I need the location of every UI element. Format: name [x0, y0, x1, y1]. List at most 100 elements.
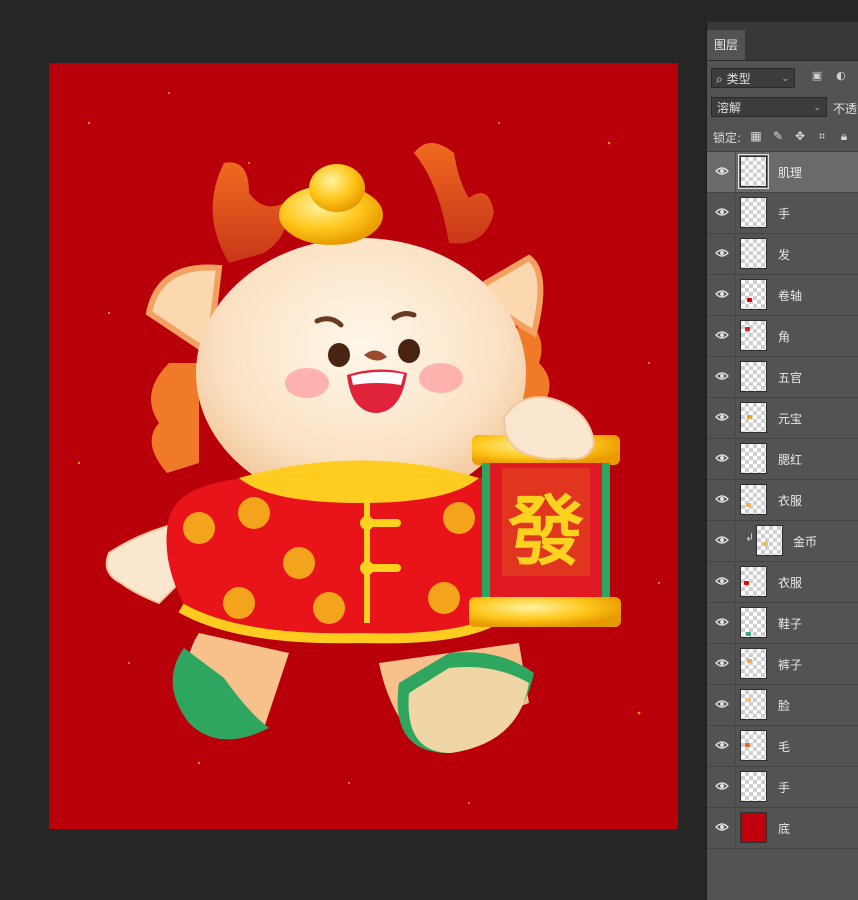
eye-icon[interactable] [715, 330, 729, 340]
layer-row[interactable]: 腮红 [707, 439, 858, 480]
opacity-label: 不透明 [833, 102, 858, 116]
scroll-character: 發 [507, 487, 584, 576]
lock-move-icon[interactable]: ✥ [793, 129, 807, 143]
eye-icon[interactable] [715, 617, 729, 627]
layer-thumbnail[interactable] [756, 525, 783, 556]
thumbnail-content [746, 503, 751, 507]
layer-thumbnail[interactable] [740, 320, 767, 351]
blend-row: 溶解 ⌄ 不透明 [707, 95, 858, 123]
adjustment-filter-icon[interactable]: ◐ [835, 70, 847, 82]
layer-row[interactable]: 手 [707, 193, 858, 234]
layer-thumbnail[interactable] [740, 689, 767, 720]
layer-row[interactable]: 肌理 [707, 152, 858, 193]
divider [735, 152, 736, 192]
eye-icon[interactable] [715, 371, 729, 381]
eye-icon[interactable] [715, 699, 729, 709]
layer-name[interactable]: 衣服 [778, 492, 802, 509]
divider [735, 603, 736, 643]
layer-name[interactable]: 腮红 [778, 451, 802, 468]
layer-thumbnail[interactable] [740, 197, 767, 228]
document-canvas[interactable]: 發 [49, 63, 678, 829]
divider [735, 357, 736, 397]
chevron-down-icon: ⌄ [781, 74, 789, 84]
layer-row[interactable]: 卷轴 [707, 275, 858, 316]
eye-icon[interactable] [715, 289, 729, 299]
layer-thumbnail[interactable] [740, 730, 767, 761]
tab-layers[interactable]: 图层 [707, 30, 745, 60]
layer-row[interactable]: 衣服 [707, 480, 858, 521]
layer-name[interactable]: 毛 [778, 738, 790, 755]
eye-icon[interactable] [715, 658, 729, 668]
divider [735, 275, 736, 315]
layer-thumbnail[interactable] [740, 238, 767, 269]
layer-thumbnail[interactable] [740, 771, 767, 802]
eye-icon[interactable] [715, 494, 729, 504]
layer-thumbnail[interactable] [740, 361, 767, 392]
filter-row: ⌕ 类型 ⌄ ▣ ◐ [707, 61, 858, 95]
layer-name[interactable]: 脸 [778, 697, 790, 714]
lock-all-icon[interactable]: 🔒︎ [837, 129, 851, 144]
eye-icon[interactable] [715, 166, 729, 176]
layer-row[interactable]: 五官 [707, 357, 858, 398]
layer-thumbnail[interactable] [740, 484, 767, 515]
layer-thumbnail[interactable] [740, 648, 767, 679]
layer-name[interactable]: 手 [778, 779, 790, 796]
eye-icon[interactable] [715, 822, 729, 832]
thumbnail-content [745, 743, 750, 747]
eye-icon[interactable] [715, 781, 729, 791]
layer-row[interactable]: 手 [707, 767, 858, 808]
eye-icon[interactable] [715, 248, 729, 258]
layer-row[interactable]: 衣服 [707, 562, 858, 603]
layer-name[interactable]: 卷轴 [778, 287, 802, 304]
thumbnail-content [746, 632, 751, 636]
layer-row[interactable]: 角 [707, 316, 858, 357]
artwork-dragon-illustration: 發 [77, 92, 660, 804]
layer-name[interactable]: 裤子 [778, 656, 802, 673]
lock-label: 锁定: [713, 131, 742, 145]
layer-thumbnail[interactable] [738, 154, 769, 189]
divider [735, 644, 736, 684]
thumbnail-content [746, 698, 751, 702]
layer-row[interactable]: ↲ 金币 [707, 521, 858, 562]
eye-icon[interactable] [715, 576, 729, 586]
layer-thumbnail[interactable] [740, 402, 767, 433]
layer-name[interactable]: 金币 [793, 533, 817, 550]
layer-list: 肌理手发卷轴角五官 元宝 腮红 衣服 ↲ 金币 衣服 鞋子 裤子脸毛手底 [707, 152, 858, 849]
divider [735, 316, 736, 356]
layer-row[interactable]: 发 [707, 234, 858, 275]
kind-filter-select[interactable]: ⌕ 类型 ⌄ [711, 68, 795, 88]
kind-filter-label: 类型 [726, 72, 751, 86]
layer-thumbnail[interactable] [740, 607, 767, 638]
layer-name[interactable]: 肌理 [778, 164, 802, 181]
blend-mode-select[interactable]: 溶解 ⌄ [711, 97, 827, 117]
lock-brush-icon[interactable]: ✎ [771, 129, 785, 143]
thumbnail-content [744, 581, 749, 585]
layer-thumbnail[interactable] [740, 443, 767, 474]
layer-row[interactable]: 鞋子 [707, 603, 858, 644]
eye-icon[interactable] [715, 740, 729, 750]
layer-name[interactable]: 鞋子 [778, 615, 802, 632]
layer-row[interactable]: 脸 [707, 685, 858, 726]
layer-row[interactable]: 底 [707, 808, 858, 849]
layer-name[interactable]: 手 [778, 205, 790, 222]
layer-thumbnail[interactable] [740, 279, 767, 310]
eye-icon[interactable] [715, 535, 729, 545]
eye-icon[interactable] [715, 412, 729, 422]
layer-name[interactable]: 发 [778, 246, 790, 263]
layer-thumbnail[interactable] [740, 566, 767, 597]
image-filter-icon[interactable]: ▣ [811, 70, 823, 82]
layer-name[interactable]: 元宝 [778, 410, 802, 427]
lock-transparent-icon[interactable]: ▦ [749, 129, 763, 143]
eye-icon[interactable] [715, 207, 729, 217]
layer-name[interactable]: 角 [778, 328, 790, 345]
layer-thumbnail[interactable] [740, 812, 767, 843]
layer-row[interactable]: 毛 [707, 726, 858, 767]
layer-row[interactable]: 裤子 [707, 644, 858, 685]
lock-artboard-icon[interactable]: ⌗ [815, 129, 829, 144]
layer-name[interactable]: 底 [778, 820, 790, 837]
layer-row[interactable]: 元宝 [707, 398, 858, 439]
divider [735, 562, 736, 602]
layer-name[interactable]: 五官 [778, 369, 802, 386]
eye-icon[interactable] [715, 453, 729, 463]
layer-name[interactable]: 衣服 [778, 574, 802, 591]
